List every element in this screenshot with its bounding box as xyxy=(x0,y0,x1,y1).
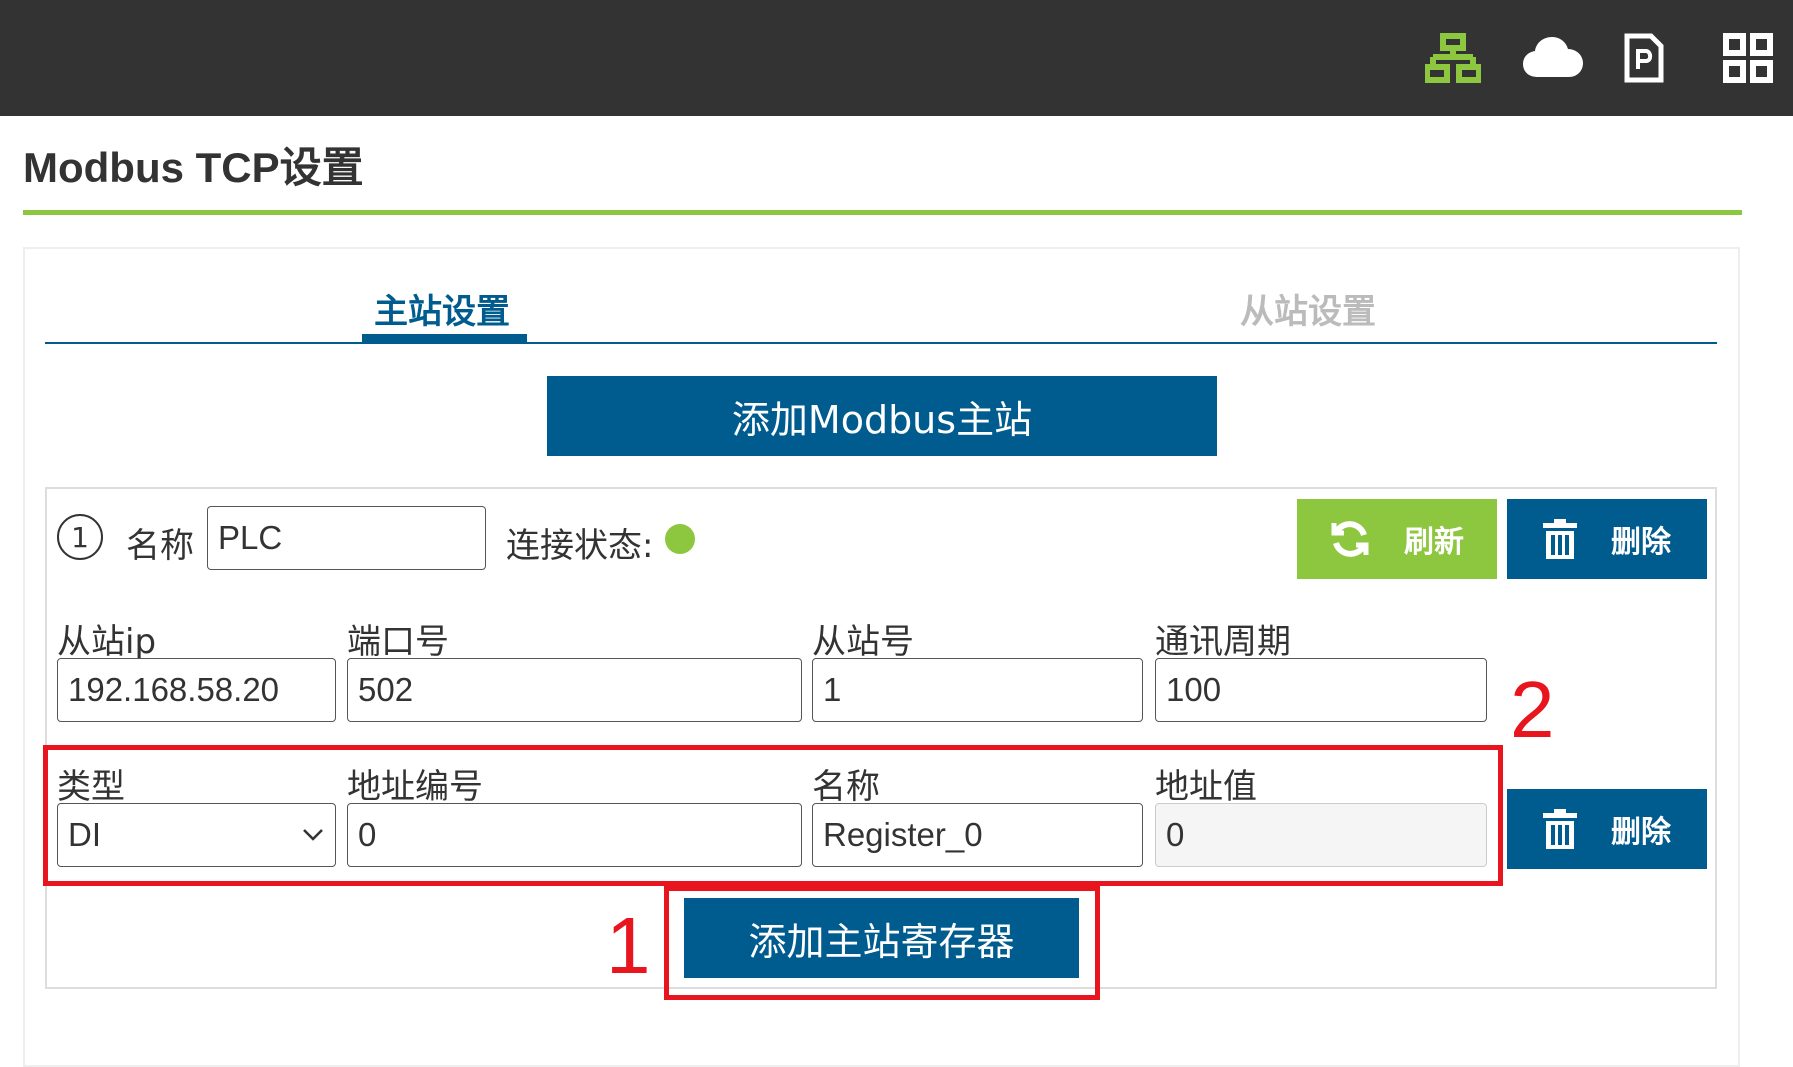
trash-icon xyxy=(1543,809,1577,849)
period-label: 通讯周期 xyxy=(1155,622,1291,662)
document-p-icon[interactable] xyxy=(1612,26,1676,90)
annotation-mark-2: 2 xyxy=(1510,665,1555,754)
highlight-box-register-row xyxy=(43,745,1503,886)
tabs-divider xyxy=(45,342,1717,344)
master-name-label: 名称 xyxy=(126,526,194,566)
top-bar xyxy=(0,0,1793,116)
master-name-input[interactable]: PLC xyxy=(207,506,486,570)
tab-master-settings[interactable]: 主站设置 xyxy=(374,284,510,333)
period-input[interactable]: 100 xyxy=(1155,658,1487,722)
master-index-badge: 1 xyxy=(57,514,103,560)
connection-status-label: 连接状态: xyxy=(506,526,654,566)
refresh-icon xyxy=(1331,521,1369,557)
port-input[interactable]: 502 xyxy=(347,658,802,722)
refresh-button[interactable]: 刷新 xyxy=(1297,499,1497,579)
refresh-button-label: 刷新 xyxy=(1404,525,1464,560)
delete-register-label: 删除 xyxy=(1611,815,1671,850)
delete-master-label: 删除 xyxy=(1611,525,1671,560)
cloud-icon[interactable] xyxy=(1521,26,1585,90)
highlight-box-add-register xyxy=(664,886,1100,1000)
tab-slave-settings[interactable]: 从站设置 xyxy=(1240,284,1376,333)
trash-icon xyxy=(1543,519,1577,559)
page-title: Modbus TCP设置 xyxy=(23,144,364,191)
connection-status-indicator xyxy=(665,524,695,554)
port-label: 端口号 xyxy=(347,622,449,662)
annotation-mark-1: 1 xyxy=(606,901,651,990)
network-icon[interactable] xyxy=(1421,26,1485,90)
add-modbus-master-button[interactable]: 添加Modbus主站 xyxy=(547,376,1217,456)
active-tab-indicator xyxy=(362,334,527,343)
slave-id-label: 从站号 xyxy=(812,622,914,662)
title-divider xyxy=(23,210,1742,215)
slave-id-input[interactable]: 1 xyxy=(812,658,1143,722)
delete-register-button[interactable]: 删除 xyxy=(1507,789,1707,869)
slave-ip-label: 从站ip xyxy=(57,622,157,662)
slave-ip-input[interactable]: 192.168.58.20 xyxy=(57,658,336,722)
delete-master-button[interactable]: 删除 xyxy=(1507,499,1707,579)
grid-icon[interactable] xyxy=(1716,26,1780,90)
